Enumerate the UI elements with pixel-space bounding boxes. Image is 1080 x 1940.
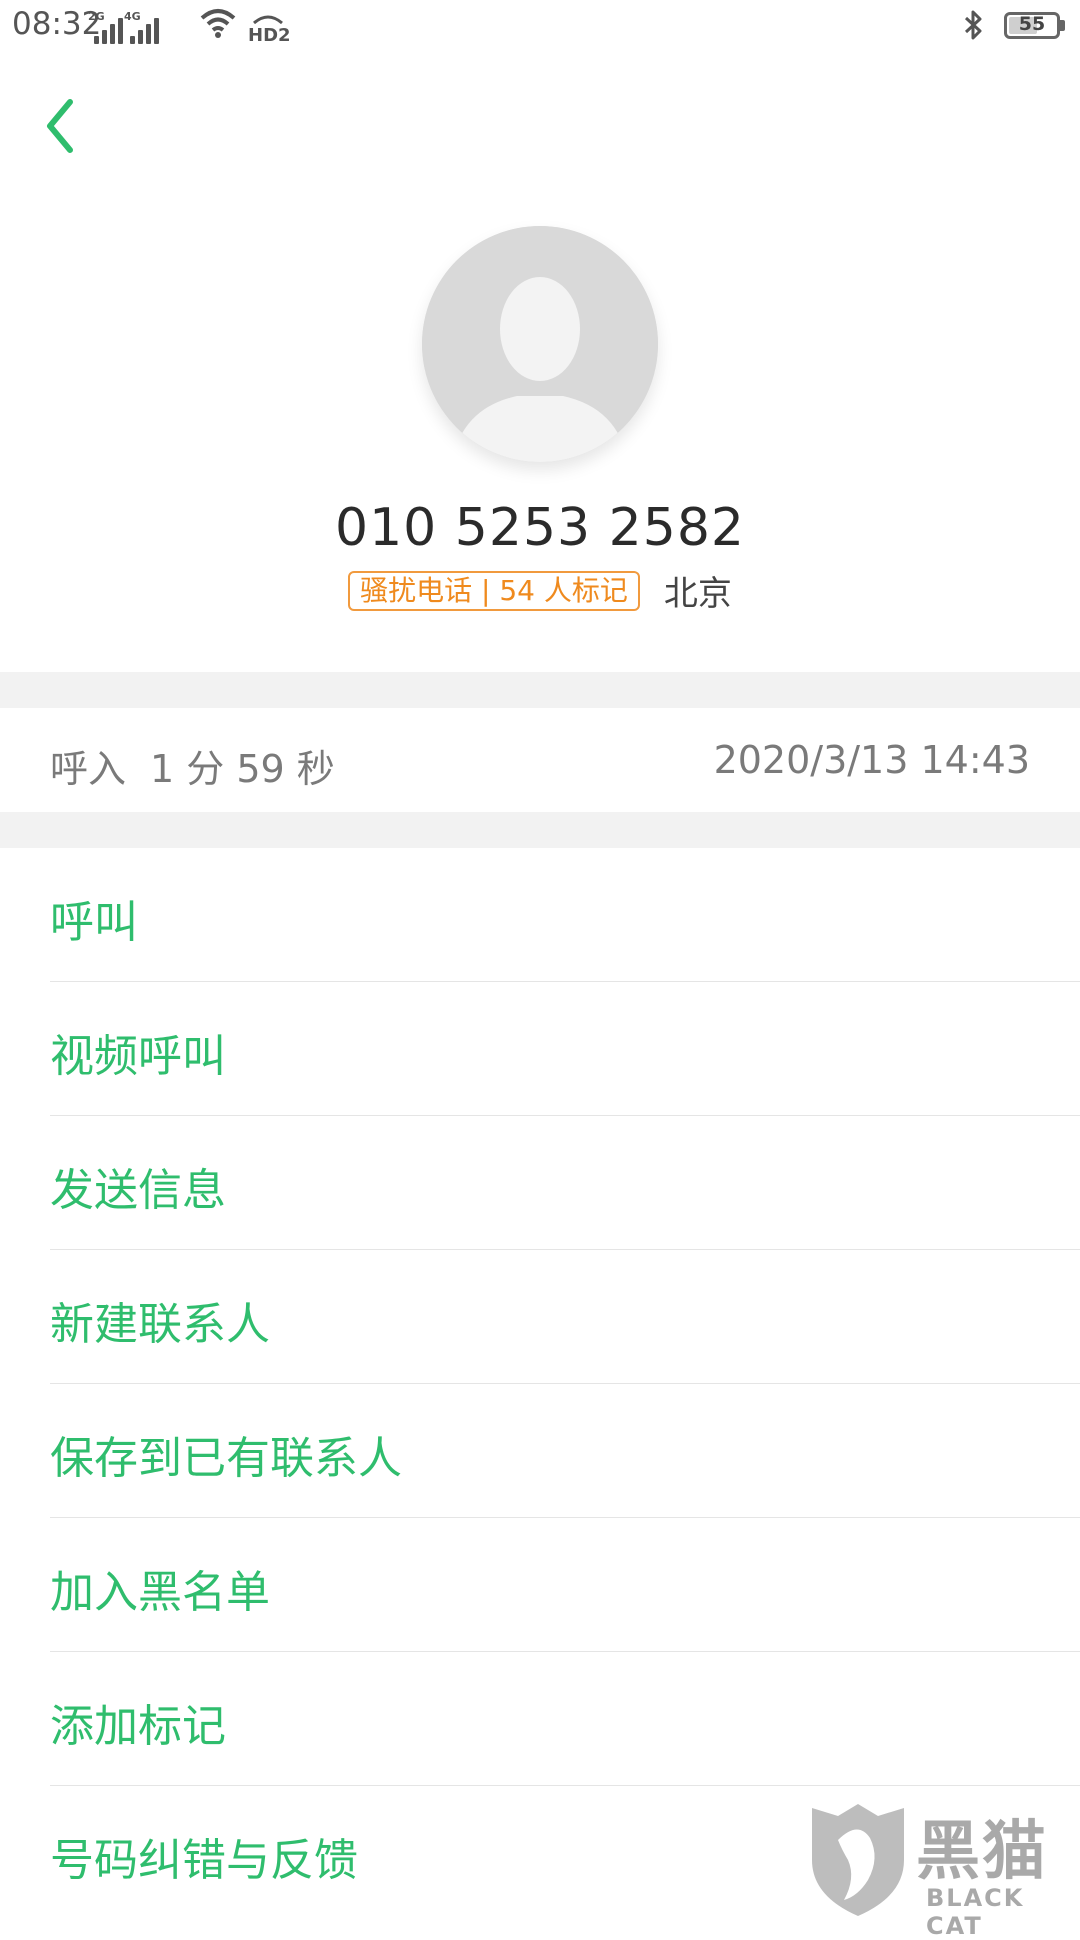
save-to-existing-contact-button[interactable]: 保存到已有联系人 bbox=[0, 1384, 1080, 1518]
battery-icon: 55 bbox=[1004, 12, 1060, 39]
spam-tag: 骚扰电话 | 54 人标记 bbox=[348, 570, 640, 611]
wifi-icon bbox=[200, 9, 236, 38]
watermark-cn: 黑猫 bbox=[916, 1815, 1048, 1889]
call-button[interactable]: 呼叫 bbox=[0, 848, 1080, 982]
back-button[interactable] bbox=[38, 96, 88, 156]
send-message-button[interactable]: 发送信息 bbox=[0, 1116, 1080, 1250]
status-bar: 08:32 2G 4G HD2 55 bbox=[0, 0, 1080, 56]
black-cat-logo-icon bbox=[812, 1804, 904, 1916]
hd-label: HD2 bbox=[248, 25, 291, 43]
video-call-button[interactable]: 视频呼叫 bbox=[0, 982, 1080, 1116]
phone-number: 010 5253 2582 bbox=[335, 498, 745, 558]
section-divider bbox=[0, 812, 1080, 848]
hd-voice-icon: HD2 bbox=[248, 15, 291, 43]
section-divider bbox=[0, 672, 1080, 708]
call-datetime: 2020/3/13 14:43 bbox=[713, 738, 1030, 782]
call-duration: 1 分 59 秒 bbox=[150, 747, 335, 791]
new-contact-button[interactable]: 新建联系人 bbox=[0, 1250, 1080, 1384]
add-to-blacklist-button[interactable]: 加入黑名单 bbox=[0, 1518, 1080, 1652]
add-tag-button[interactable]: 添加标记 bbox=[0, 1652, 1080, 1786]
avatar bbox=[422, 226, 658, 462]
location: 北京 bbox=[663, 574, 732, 614]
watermark-en: BLACK CAT bbox=[926, 1884, 1025, 1940]
chevron-left-icon bbox=[47, 99, 73, 153]
bluetooth-icon bbox=[964, 10, 982, 40]
action-list: 呼叫 视频呼叫 发送信息 新建联系人 保存到已有联系人 加入黑名单 添加标记 号… bbox=[0, 848, 1080, 1920]
battery-level: 55 bbox=[1018, 13, 1046, 35]
default-avatar-icon bbox=[422, 226, 658, 462]
call-type: 呼入 bbox=[50, 747, 127, 791]
signal-icon: 4G bbox=[124, 10, 166, 44]
watermark: 黑猫 BLACK CAT bbox=[808, 1800, 1080, 1940]
call-log-entry: 呼入 1 分 59 秒 2020/3/13 14:43 bbox=[0, 708, 1080, 812]
number-info: 骚扰电话 | 54 人标记 北京 bbox=[0, 566, 1080, 615]
